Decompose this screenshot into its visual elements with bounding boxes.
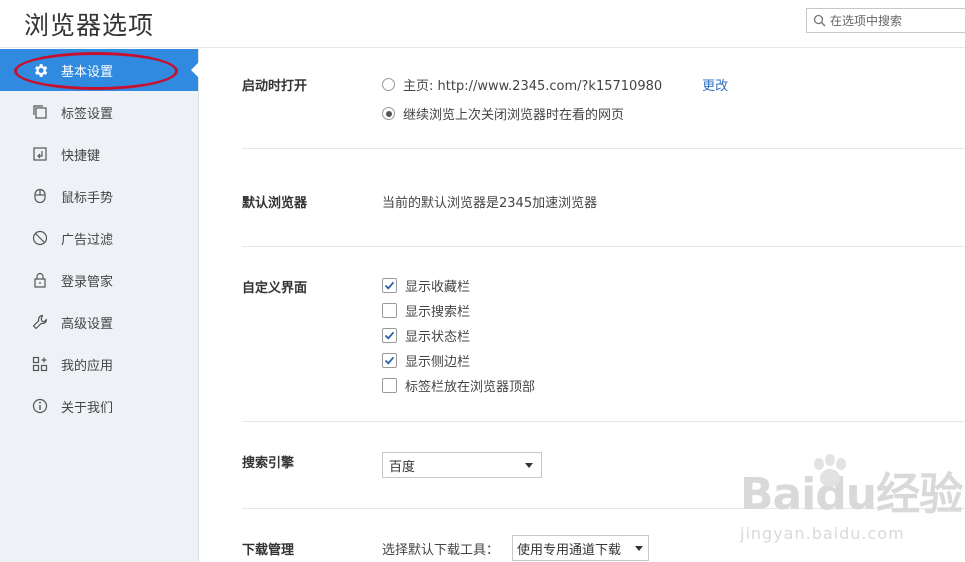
sidebar-item-mouse-gestures[interactable]: 鼠标手势 <box>0 175 198 217</box>
checkbox-label: 显示状态栏 <box>405 330 471 345</box>
search-box[interactable] <box>806 8 965 33</box>
gear-icon <box>31 61 49 79</box>
tabs-icon <box>31 103 49 121</box>
search-icon <box>813 14 826 27</box>
checkbox-label: 标签栏放在浏览器顶部 <box>405 380 536 395</box>
search-engine-value: 百度 <box>389 459 416 475</box>
homepage-option[interactable]: 主页: http://www.2345.com/?k15710980 更改 <box>382 75 728 94</box>
divider <box>242 421 965 422</box>
search-engine-label: 搜索引擎 <box>242 456 295 471</box>
sidebar-item-label: 关于我们 <box>61 400 114 416</box>
checkbox-label: 显示侧边栏 <box>405 355 471 370</box>
chevron-down-icon <box>635 546 643 551</box>
info-icon <box>31 397 49 415</box>
sidebar-item-basic-settings[interactable]: 基本设置 <box>0 49 199 91</box>
download-label: 下载管理 <box>242 543 295 558</box>
custom-ui-label: 自定义界面 <box>242 281 308 296</box>
chevron-down-icon <box>525 463 533 468</box>
sidebar-item-label: 快捷键 <box>61 148 101 164</box>
checkbox-label: 显示搜索栏 <box>405 305 471 320</box>
change-homepage-link[interactable]: 更改 <box>702 75 728 94</box>
download-tool-select[interactable]: 使用专用通道下载 <box>512 535 649 561</box>
continue-radio[interactable] <box>382 107 395 120</box>
sidebar-item-label: 我的应用 <box>61 358 114 374</box>
show-favorites-bar-option[interactable]: 显示收藏栏 <box>382 276 470 295</box>
page-title: 浏览器选项 <box>24 11 155 40</box>
watermark-sub: jingyan.baidu.com <box>740 524 905 543</box>
sidebar: 基本设置 标签设置 快捷键 鼠标手势 广告过滤 登录管家 高级设置 我的应用 关… <box>0 49 199 562</box>
sidebar-item-label: 广告过滤 <box>61 232 114 248</box>
sidebar-item-about-us[interactable]: 关于我们 <box>0 385 198 427</box>
divider <box>242 246 965 247</box>
show-sidebar-checkbox[interactable] <box>382 353 397 368</box>
tabs-on-top-option[interactable]: 标签栏放在浏览器顶部 <box>382 376 535 395</box>
show-favorites-bar-checkbox[interactable] <box>382 278 397 293</box>
search-engine-select[interactable]: 百度 <box>382 452 542 478</box>
download-tool-value: 使用专用通道下载 <box>517 542 622 558</box>
default-browser-label: 默认浏览器 <box>242 196 308 211</box>
show-status-bar-checkbox[interactable] <box>382 328 397 343</box>
sidebar-item-tab-settings[interactable]: 标签设置 <box>0 91 198 133</box>
wrench-icon <box>31 313 49 331</box>
sidebar-item-my-apps[interactable]: 我的应用 <box>0 343 198 385</box>
sidebar-item-label: 标签设置 <box>61 106 114 122</box>
show-search-bar-option[interactable]: 显示搜索栏 <box>382 301 470 320</box>
header: 浏览器选项 <box>0 0 965 48</box>
homepage-label: 主页: http://www.2345.com/?k15710980 <box>403 79 663 94</box>
show-sidebar-option[interactable]: 显示侧边栏 <box>382 351 470 370</box>
sidebar-item-shortcuts[interactable]: 快捷键 <box>0 133 198 175</box>
show-search-bar-checkbox[interactable] <box>382 303 397 318</box>
sidebar-item-label: 高级设置 <box>61 316 114 332</box>
baidu-watermark: Baidu经验 jingyan.baidu.com <box>740 454 963 543</box>
search-input[interactable] <box>830 13 960 28</box>
block-icon <box>31 229 49 247</box>
lock-icon <box>31 271 49 289</box>
homepage-radio[interactable] <box>382 78 395 91</box>
shortcut-icon <box>31 145 49 163</box>
show-status-bar-option[interactable]: 显示状态栏 <box>382 326 470 345</box>
divider <box>242 148 965 149</box>
sidebar-item-advanced-settings[interactable]: 高级设置 <box>0 301 198 343</box>
default-browser-text: 当前的默认浏览器是2345加速浏览器 <box>382 196 598 211</box>
sidebar-item-ad-filter[interactable]: 广告过滤 <box>0 217 198 259</box>
watermark-main: Baidu经验 <box>740 469 963 520</box>
mouse-icon <box>31 187 49 205</box>
continue-option[interactable]: 继续浏览上次关闭浏览器时在看的网页 <box>382 104 624 123</box>
sidebar-item-label: 登录管家 <box>61 274 114 290</box>
download-prompt: 选择默认下载工具： <box>382 543 500 558</box>
sidebar-item-label: 鼠标手势 <box>61 190 114 206</box>
sidebar-item-label: 基本设置 <box>61 64 114 80</box>
paw-icon <box>814 454 846 487</box>
tabs-on-top-checkbox[interactable] <box>382 378 397 393</box>
sidebar-item-login-manager[interactable]: 登录管家 <box>0 259 198 301</box>
continue-label: 继续浏览上次关闭浏览器时在看的网页 <box>403 108 625 123</box>
startup-label: 启动时打开 <box>242 79 308 94</box>
checkbox-label: 显示收藏栏 <box>405 280 471 295</box>
apps-icon <box>31 355 49 373</box>
